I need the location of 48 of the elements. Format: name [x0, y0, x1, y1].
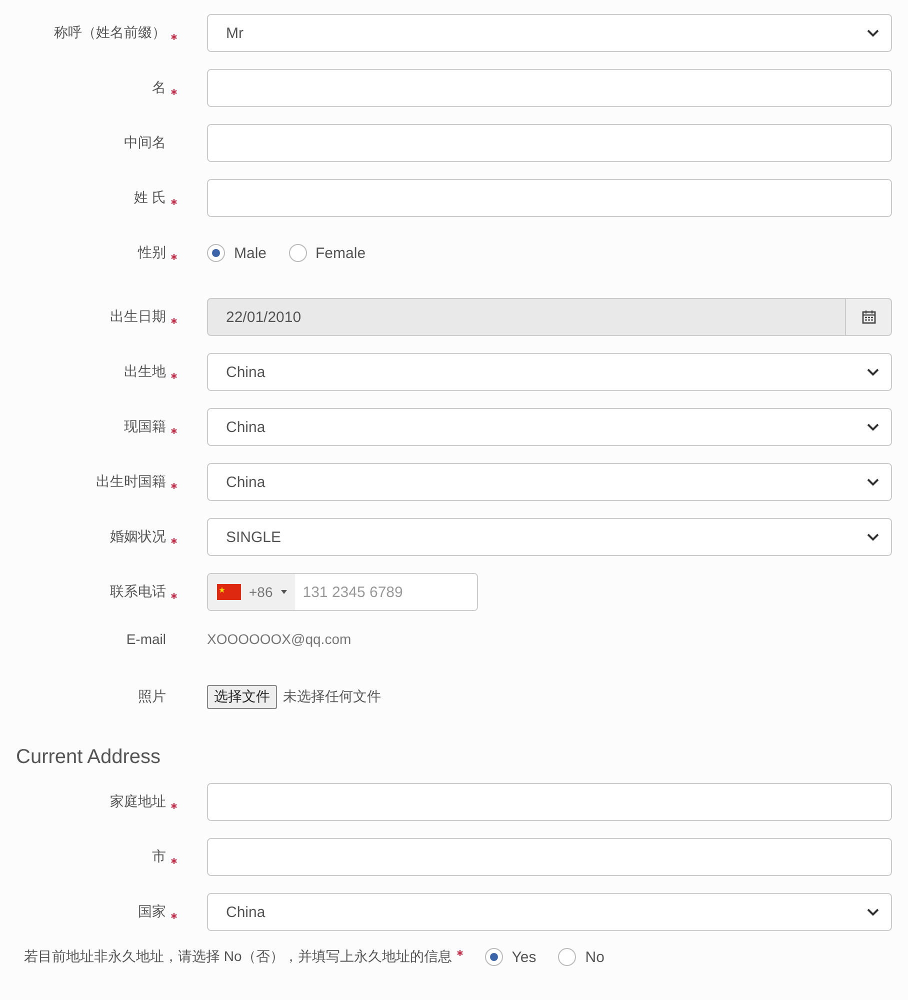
section-heading: Current Address	[15, 746, 162, 769]
question-label: 若目前地址非永久地址，请选择 No（否），并填写上永久地址的信息	[24, 948, 452, 966]
radio-button[interactable]	[484, 948, 503, 966]
calendar-icon	[862, 310, 876, 324]
select-field[interactable]: China	[207, 893, 892, 931]
caret-icon	[280, 590, 287, 594]
chevron-down-icon	[867, 29, 879, 37]
radio-option[interactable]: Female	[288, 244, 366, 262]
select-field[interactable]: China	[207, 408, 892, 446]
select-field[interactable]: China	[207, 353, 892, 391]
field-label: 婚姻状况	[110, 528, 166, 546]
radio-button[interactable]	[558, 948, 576, 966]
field-label: 出生时国籍	[96, 473, 166, 491]
field-label: 家庭地址	[110, 793, 166, 811]
chevron-down-icon	[867, 533, 879, 541]
country-code-dropdown[interactable]: +86	[208, 574, 295, 610]
chevron-down-icon	[867, 908, 879, 916]
calendar-button[interactable]	[846, 298, 892, 336]
flag-icon	[217, 584, 241, 600]
field-label: E-mail	[126, 631, 166, 647]
chevron-down-icon	[867, 423, 879, 431]
select-field[interactable]: Mr	[207, 14, 892, 52]
field-label: 名	[152, 79, 166, 97]
field-label: 国家	[138, 903, 166, 921]
choose-file-button[interactable]: 选择文件	[207, 685, 277, 709]
field-label: 现国籍	[124, 418, 166, 436]
field-label: 中间名	[124, 134, 166, 152]
select-field[interactable]: China	[207, 463, 892, 501]
email-value: XOOOOOOX@qq.com	[207, 630, 352, 646]
radio-option[interactable]: No	[558, 948, 604, 966]
field-label: 性别	[138, 244, 166, 262]
field-label: 出生地	[124, 363, 166, 381]
phone-field[interactable]: +86 131 2345 6789	[207, 573, 478, 611]
radio-button[interactable]	[207, 244, 225, 262]
field-label: 联系电话	[110, 583, 166, 601]
field-label: 姓 氏	[134, 189, 166, 207]
radio-button[interactable]	[288, 244, 307, 262]
field-label: 称呼（姓名前缀）	[54, 24, 166, 42]
file-status: 未选择任何文件	[283, 688, 381, 706]
select-field[interactable]: SINGLE	[207, 518, 892, 556]
date-field[interactable]: 22/01/2010	[207, 298, 846, 336]
field-label: 市	[152, 848, 166, 866]
field-label: 照片	[138, 688, 166, 706]
field-label: 出生日期	[110, 308, 166, 326]
radio-option[interactable]: Male	[207, 244, 267, 262]
chevron-down-icon	[867, 478, 879, 486]
radio-option[interactable]: Yes	[484, 948, 536, 966]
chevron-down-icon	[867, 368, 879, 376]
